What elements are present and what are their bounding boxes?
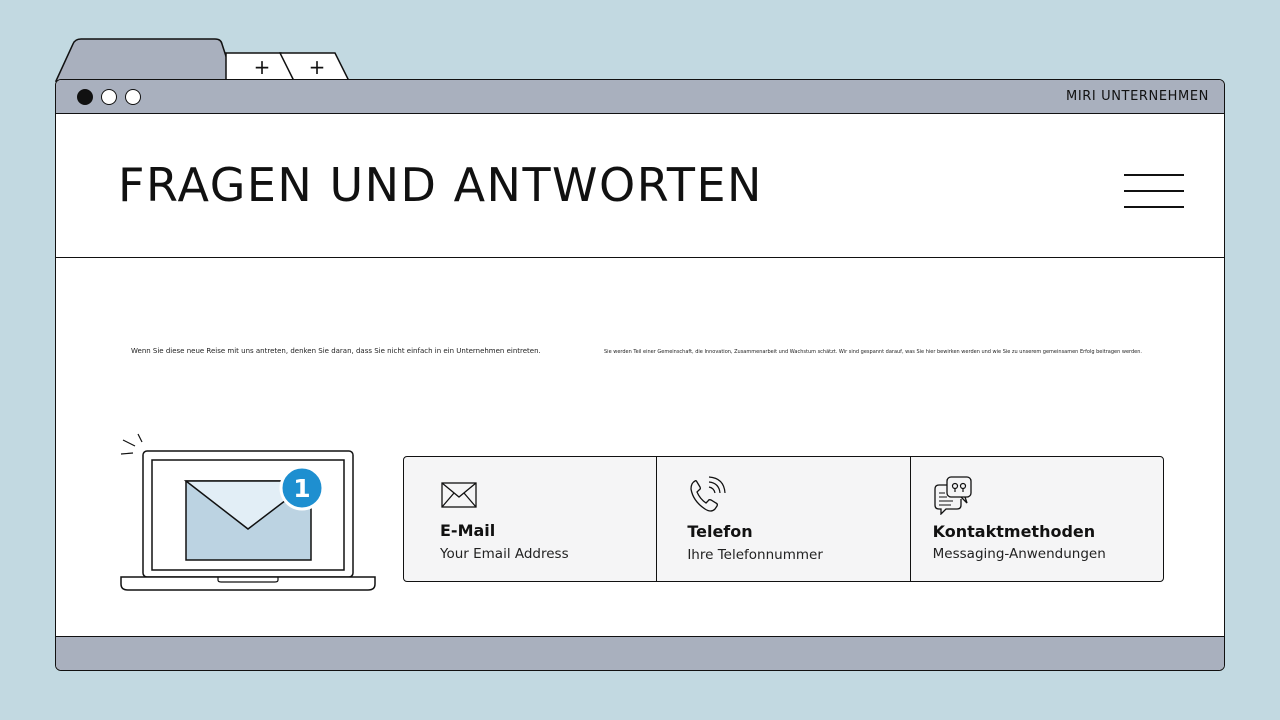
new-tab-button-2[interactable]: + — [279, 52, 351, 82]
phone-icon — [690, 476, 726, 512]
window-tab-active[interactable] — [55, 38, 235, 82]
hamburger-menu-button[interactable] — [1124, 174, 1184, 208]
contact-title: Telefon — [687, 522, 753, 541]
contact-subtitle: Messaging-Anwendungen — [932, 546, 1106, 562]
contact-panel: E-Mail Your Email Address Telefon Ihre T… — [403, 456, 1164, 582]
brand-label: MIRI UNTERNEHMEN — [1066, 89, 1209, 104]
browser-window: MIRI UNTERNEHMEN FRAGEN UND ANTWORTEN We… — [55, 79, 1225, 671]
window-control-close[interactable] — [77, 89, 93, 105]
window-control-minimize[interactable] — [101, 89, 117, 105]
notification-badge: 1 — [293, 474, 310, 503]
page-header: FRAGEN UND ANTWORTEN — [56, 114, 1224, 258]
menu-line-icon — [1124, 206, 1184, 208]
contact-title: E-Mail — [440, 521, 496, 540]
window-control-maximize[interactable] — [125, 89, 141, 105]
laptop-mail-illustration: 1 — [118, 428, 378, 594]
burst-lines-icon — [120, 433, 143, 455]
contact-subtitle: Ihre Telefonnummer — [687, 547, 823, 563]
window-titlebar: MIRI UNTERNEHMEN — [56, 80, 1224, 114]
contact-card-messaging[interactable]: Kontaktmethoden Messaging-Anwendungen — [909, 457, 1163, 581]
menu-line-icon — [1124, 190, 1184, 192]
contact-card-phone[interactable]: Telefon Ihre Telefonnummer — [656, 457, 909, 581]
intro-text-right: Sie werden Teil einer Gemeinschaft, die … — [604, 349, 1142, 355]
window-footer — [56, 636, 1224, 670]
menu-line-icon — [1124, 174, 1184, 176]
contact-title: Kontaktmethoden — [932, 522, 1096, 541]
plus-icon: + — [308, 55, 326, 79]
envelope-icon — [441, 482, 477, 508]
contact-subtitle: Your Email Address — [440, 546, 569, 562]
page-title: FRAGEN UND ANTWORTEN — [118, 158, 763, 212]
intro-text-left: Wenn Sie diese neue Reise mit uns antret… — [131, 347, 541, 355]
contact-card-email[interactable]: E-Mail Your Email Address — [404, 457, 656, 581]
chat-bubbles-icon — [934, 476, 972, 515]
